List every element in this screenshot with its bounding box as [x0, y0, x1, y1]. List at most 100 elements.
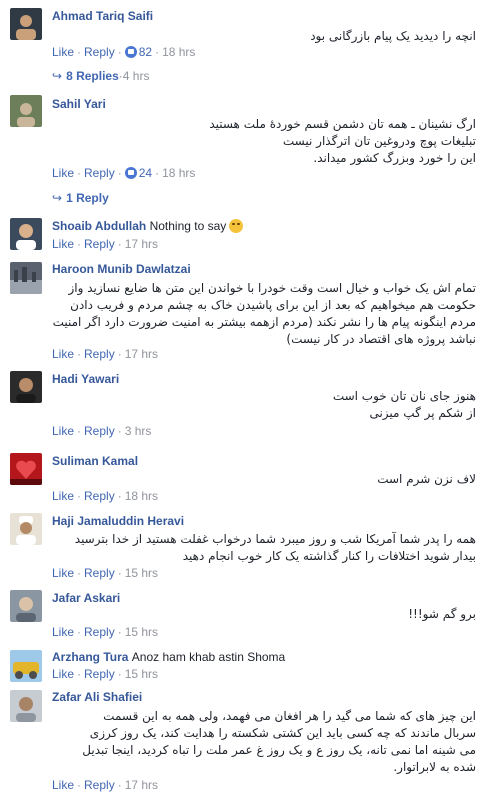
replies-link[interactable]: 8 Replies: [66, 69, 119, 83]
like-button[interactable]: Like: [52, 45, 74, 59]
reply-button[interactable]: Reply: [84, 237, 115, 251]
like-button[interactable]: Like: [52, 667, 74, 681]
comment-actions: Like · Reply · 17 hrs: [52, 237, 158, 251]
replies-link[interactable]: 1 Reply: [66, 191, 109, 205]
comment-line: تبلیغات پوچ ودروغین تان اترگذار نیست: [282, 134, 476, 148]
comment-author[interactable]: Hadi Yawari: [52, 372, 119, 386]
view-replies[interactable]: ↪ 8 Replies·4 hrs: [52, 69, 149, 83]
reply-button[interactable]: Reply: [84, 778, 115, 792]
separator: ·: [117, 166, 122, 180]
like-button[interactable]: Like: [52, 566, 74, 580]
reply-button[interactable]: Reply: [84, 667, 115, 681]
reply-button[interactable]: Reply: [84, 166, 115, 180]
separator: ·: [77, 166, 82, 180]
comment-time[interactable]: 18 hrs: [125, 489, 158, 503]
reply-button[interactable]: Reply: [84, 45, 115, 59]
comment-author[interactable]: Zafar Ali Shafiei: [52, 690, 142, 704]
separator: ·: [77, 489, 82, 503]
avatar[interactable]: [10, 453, 42, 485]
comment-author[interactable]: Haroon Munib Dawlatzai: [52, 262, 191, 276]
like-button[interactable]: Like: [52, 424, 74, 438]
avatar[interactable]: [10, 650, 42, 682]
comment-text: ارگ نشینان ـ همه تان دشمن قسم خوردهٔ ملت…: [52, 116, 476, 167]
reply-button[interactable]: Reply: [84, 347, 115, 361]
comment-author[interactable]: Haji Jamaluddin Heravi: [52, 514, 184, 528]
comment-line: مردم اینگونه پیام ها را نشر نکند (مردم ا…: [52, 315, 476, 329]
comment-time[interactable]: 17 hrs: [125, 778, 158, 792]
profile-photo: [10, 95, 42, 127]
thumbs-up-icon: [124, 167, 137, 179]
separator: ·: [117, 625, 122, 639]
thumbs-up-icon: [124, 46, 137, 58]
comment-line: انچه را دیدید یک پیام بازرگانی بود: [310, 29, 476, 43]
comment-line: شده به لابراتوار.: [393, 760, 476, 774]
like-button[interactable]: Like: [52, 237, 74, 251]
comment-author[interactable]: Suliman Kamal: [52, 454, 138, 468]
comment-author[interactable]: Ahmad Tariq Saifi: [52, 9, 153, 23]
avatar[interactable]: [10, 590, 42, 622]
avatar[interactable]: [10, 95, 42, 127]
like-button[interactable]: Like: [52, 625, 74, 639]
comment-author-name[interactable]: Shoaib Abdullah: [52, 219, 146, 233]
view-replies[interactable]: ↪ 1 Reply: [52, 191, 109, 205]
separator: ·: [77, 424, 82, 438]
comment-time[interactable]: 15 hrs: [125, 566, 158, 580]
comment-text: Anoz ham khab astin Shoma: [131, 650, 286, 664]
comment-line: این را خورد وبزرگ کشور میداند.: [313, 151, 476, 165]
comment-line: ارگ نشینان ـ همه تان دشمن قسم خوردهٔ ملت…: [209, 117, 476, 131]
replies-time: 4 hrs: [122, 69, 150, 83]
profile-photo: [10, 453, 42, 485]
comment-actions: Like · Reply · 24 · 18 hrs: [52, 166, 195, 180]
like-button[interactable]: Like: [52, 166, 74, 180]
like-count[interactable]: 24: [124, 166, 152, 180]
comment-time[interactable]: 18 hrs: [162, 166, 195, 180]
separator: ·: [77, 778, 82, 792]
comment-line: بیدار شوید اختلافات را کنار گذاشته یک کا…: [182, 549, 476, 563]
avatar[interactable]: [10, 513, 42, 545]
comment-author[interactable]: Jafar Askari: [52, 591, 120, 605]
like-button[interactable]: Like: [52, 489, 74, 503]
separator: ·: [155, 166, 160, 180]
like-button[interactable]: Like: [52, 778, 74, 792]
comment-line: این چیز های که شما می گید را هر افغان می…: [103, 709, 476, 723]
comment-line: هنوز جای نان تان خوب است: [332, 389, 476, 403]
like-count[interactable]: 82: [124, 45, 152, 59]
like-button[interactable]: Like: [52, 347, 74, 361]
separator: ·: [117, 566, 122, 580]
profile-photo: [10, 218, 42, 250]
comment-author-name[interactable]: Arzhang Tura: [52, 650, 128, 664]
reply-button[interactable]: Reply: [84, 625, 115, 639]
comment-time[interactable]: 18 hrs: [162, 45, 195, 59]
profile-photo: [10, 690, 42, 722]
comment-text: تمام اش یک خواب و خیال است وقت خودرا با …: [52, 280, 476, 348]
comment-line: تمام اش یک خواب و خیال است وقت خودرا با …: [68, 281, 477, 295]
reply-button[interactable]: Reply: [84, 489, 115, 503]
comment-time[interactable]: 17 hrs: [125, 347, 158, 361]
comment-time[interactable]: 17 hrs: [125, 237, 158, 251]
separator: ·: [117, 237, 122, 251]
comment-actions: Like · Reply · 17 hrs: [52, 778, 158, 792]
separator: ·: [77, 667, 82, 681]
comment-time[interactable]: 15 hrs: [125, 625, 158, 639]
comment-time[interactable]: 15 hrs: [125, 667, 158, 681]
avatar[interactable]: [10, 371, 42, 403]
comment-actions: Like · Reply · 82 · 18 hrs: [52, 45, 195, 59]
separator: ·: [117, 347, 122, 361]
reply-button[interactable]: Reply: [84, 566, 115, 580]
comment-time[interactable]: 3 hrs: [125, 424, 152, 438]
avatar[interactable]: [10, 218, 42, 250]
comment-line: لاف نزن شرم است: [377, 472, 476, 486]
profile-photo: [10, 513, 42, 545]
avatar[interactable]: [10, 262, 42, 294]
profile-photo: [10, 371, 42, 403]
reply-button[interactable]: Reply: [84, 424, 115, 438]
comment-author[interactable]: Shoaib Abdullah Nothing to say: [52, 219, 244, 233]
comment-text: لاف نزن شرم است: [52, 471, 476, 488]
comment-author[interactable]: Sahil Yari: [52, 97, 106, 111]
profile-photo: [10, 650, 42, 682]
comment-author[interactable]: Arzhang Tura Anoz ham khab astin Shoma: [52, 650, 285, 664]
separator: ·: [77, 566, 82, 580]
avatar[interactable]: [10, 8, 42, 40]
separator: ·: [77, 45, 82, 59]
avatar[interactable]: [10, 690, 42, 722]
